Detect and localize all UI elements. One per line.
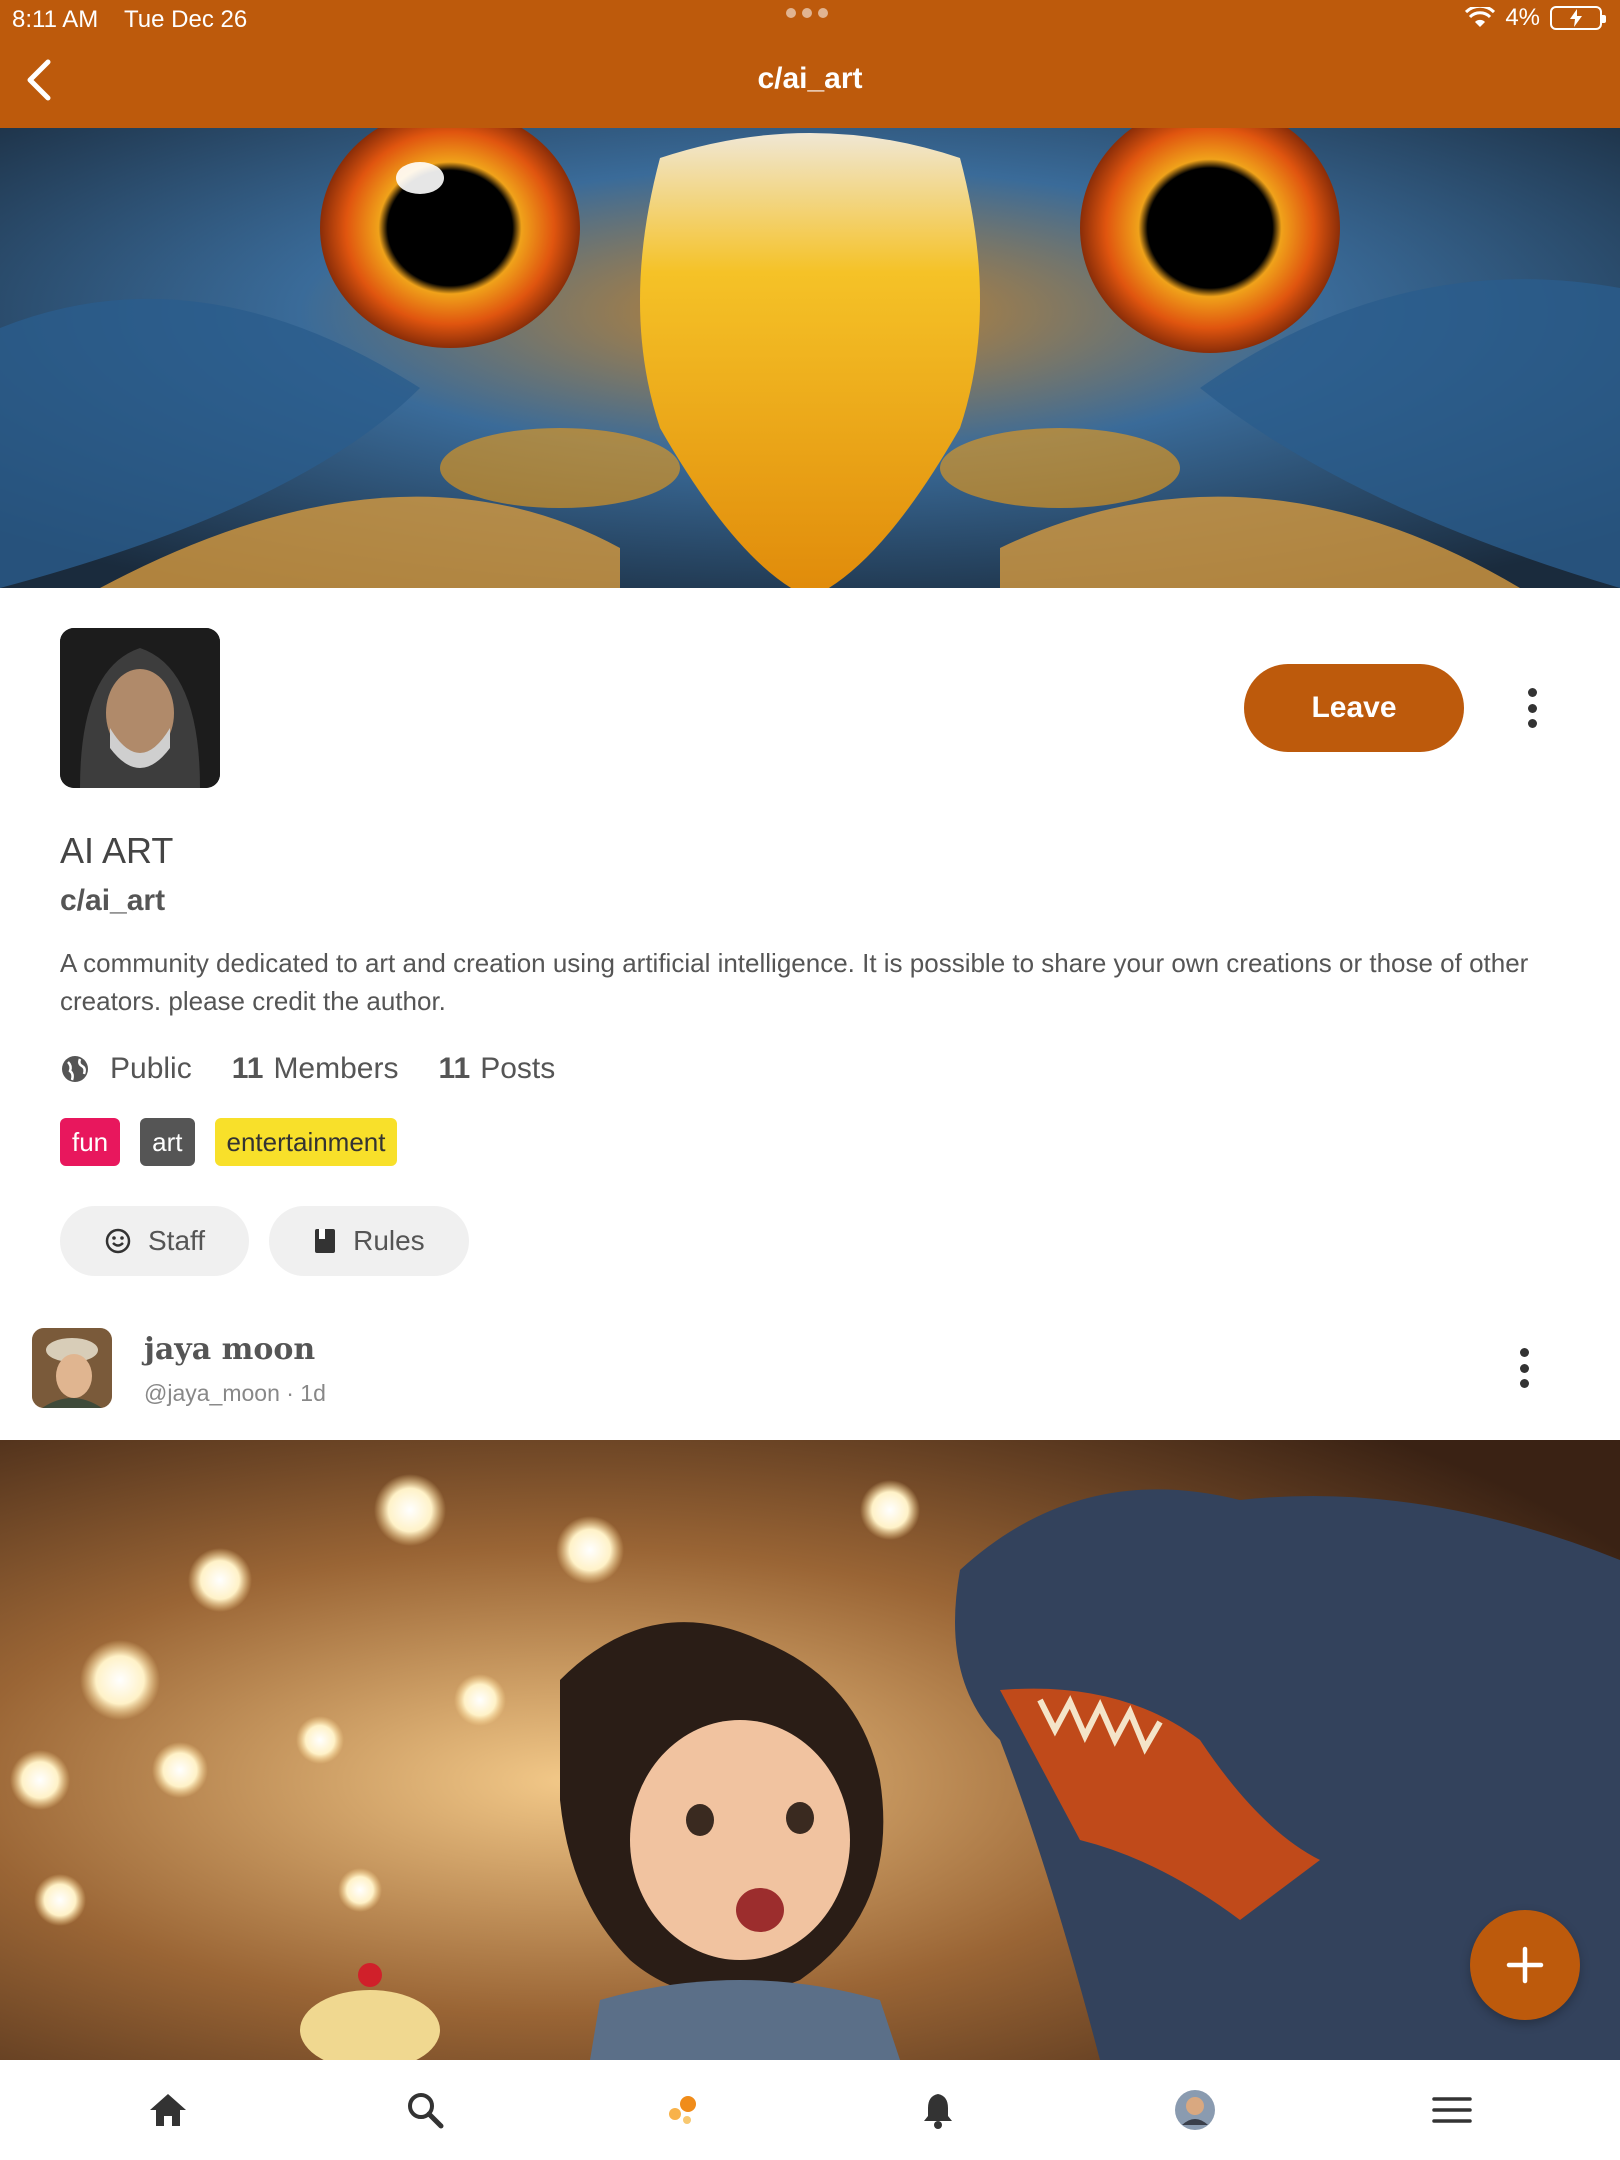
top-bar: 8:11 AM Tue Dec 26 4% c/ai_art bbox=[0, 0, 1620, 128]
post-author-name[interactable]: jaya moon bbox=[144, 1332, 315, 1367]
tag-entertainment[interactable]: entertainment bbox=[214, 1118, 398, 1166]
tag-fun[interactable]: fun bbox=[60, 1118, 121, 1166]
post-meta: @jaya_moon · 1d bbox=[144, 1380, 326, 1406]
staff-label: Staff bbox=[148, 1225, 206, 1256]
book-icon bbox=[315, 1229, 336, 1253]
search-icon bbox=[407, 2093, 444, 2129]
globe-icon bbox=[62, 1056, 88, 1082]
plus-icon bbox=[1506, 1946, 1544, 1984]
communities-icon bbox=[668, 2096, 696, 2124]
community-stats: Public 11 Members 11 Posts bbox=[60, 1052, 595, 1086]
post-image[interactable] bbox=[0, 1440, 1620, 2060]
rules-label: Rules bbox=[353, 1225, 425, 1256]
tab-home[interactable] bbox=[138, 2080, 198, 2140]
smiley-icon bbox=[105, 1228, 131, 1254]
members-stat[interactable]: 11 Members bbox=[232, 1052, 399, 1086]
community-actions: Staff Rules bbox=[60, 1206, 469, 1276]
page-title: c/ai_art bbox=[757, 62, 863, 95]
leave-button[interactable]: Leave bbox=[1244, 664, 1464, 752]
tab-menu[interactable] bbox=[1422, 2080, 1482, 2140]
community-banner-image bbox=[0, 128, 1620, 588]
posts-stat[interactable]: 11 Posts bbox=[438, 1052, 555, 1086]
profile-avatar bbox=[1174, 2090, 1215, 2130]
community-tags: fun art entertainment bbox=[60, 1118, 398, 1166]
bell-icon bbox=[924, 2094, 953, 2129]
battery-charging-icon bbox=[1550, 6, 1606, 30]
wifi-icon bbox=[1465, 7, 1496, 27]
create-post-button[interactable] bbox=[1470, 1910, 1580, 2020]
multitasking-dots-icon[interactable] bbox=[786, 8, 828, 18]
posts-label: Posts bbox=[480, 1052, 556, 1085]
status-time: 8:11 AM bbox=[12, 6, 99, 33]
more-options-icon[interactable] bbox=[1520, 684, 1544, 732]
visibility-label: Public bbox=[110, 1052, 192, 1085]
status-indicators: 4% bbox=[1465, 4, 1606, 32]
tab-profile[interactable] bbox=[1165, 2080, 1225, 2140]
post-author-avatar[interactable] bbox=[32, 1328, 112, 1408]
post-more-options-icon[interactable] bbox=[1512, 1344, 1536, 1392]
tab-communities[interactable] bbox=[652, 2080, 712, 2140]
community-avatar bbox=[60, 628, 220, 788]
tab-search[interactable] bbox=[395, 2080, 455, 2140]
staff-button[interactable]: Staff bbox=[60, 1206, 250, 1276]
bottom-navigation bbox=[0, 2060, 1620, 2160]
members-label: Members bbox=[273, 1052, 399, 1085]
members-count: 11 bbox=[231, 1052, 264, 1085]
home-icon bbox=[150, 2094, 187, 2126]
community-description: A community dedicated to art and creatio… bbox=[60, 948, 1529, 1016]
community-name: AI ART bbox=[60, 830, 174, 871]
rules-button[interactable]: Rules bbox=[269, 1206, 469, 1276]
visibility-stat: Public bbox=[60, 1052, 192, 1086]
posts-count: 11 bbox=[438, 1052, 471, 1085]
tab-notifications[interactable] bbox=[908, 2080, 968, 2140]
menu-icon bbox=[1431, 2097, 1472, 2123]
tag-art[interactable]: art bbox=[140, 1118, 195, 1166]
battery-percent: 4% bbox=[1505, 4, 1540, 31]
status-date: Tue Dec 26 bbox=[124, 6, 248, 33]
community-handle: c/ai_art bbox=[60, 884, 166, 917]
